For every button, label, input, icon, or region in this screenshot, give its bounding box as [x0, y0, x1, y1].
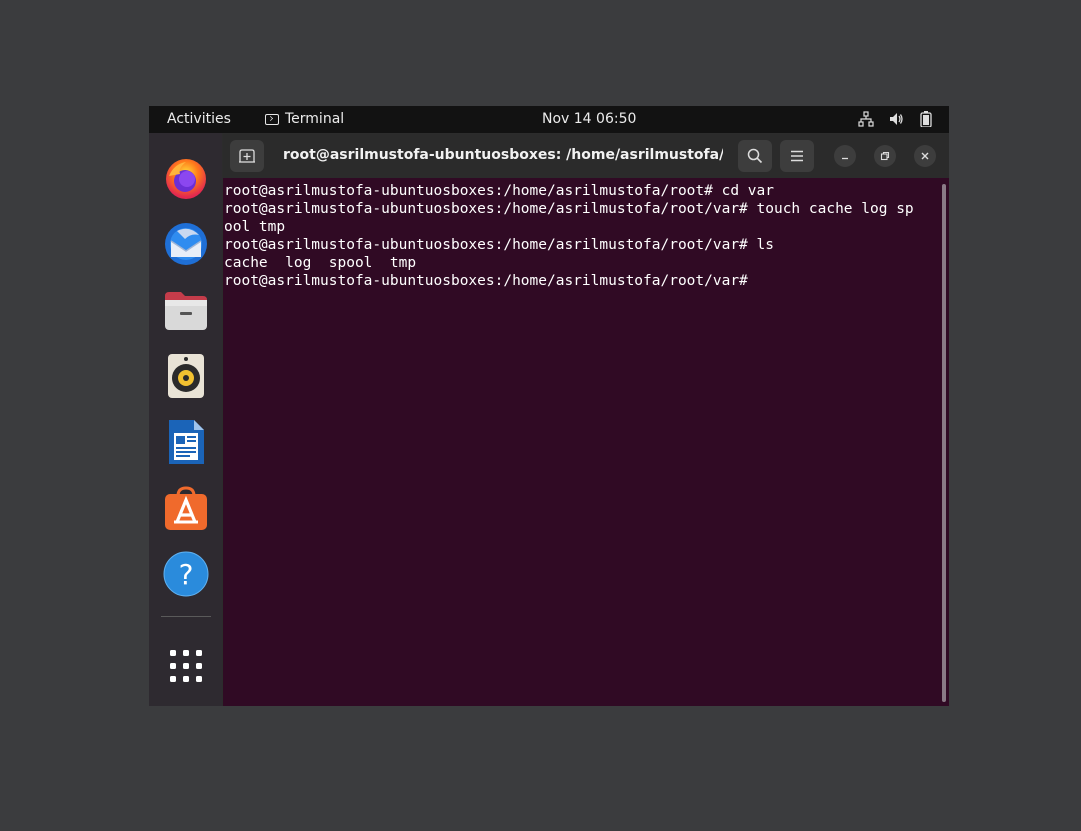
app-menu-label: Terminal — [285, 111, 345, 127]
terminal-icon — [265, 113, 279, 125]
terminal-prompt-line[interactable]: root@asrilmustofa-ubuntuosboxes:/home/as… — [224, 272, 936, 290]
minimize-icon — [842, 157, 848, 160]
maximize-button[interactable] — [874, 145, 896, 167]
dock-separator — [161, 616, 211, 617]
terminal-window[interactable]: root@asrilmustofa-ubuntuosboxes: /home/a… — [223, 134, 949, 706]
dock: ? — [149, 133, 222, 706]
close-icon — [921, 152, 929, 160]
desktop-screen: Activities Terminal Nov 14 06:50 ? root@… — [149, 106, 949, 706]
terminal-line: root@asrilmustofa-ubuntuosboxes:/home/as… — [224, 201, 914, 217]
battery-icon[interactable] — [917, 110, 935, 128]
terminal-scrollbar[interactable] — [942, 184, 946, 702]
new-tab-button[interactable] — [230, 140, 264, 172]
thunderbird-icon[interactable] — [163, 221, 209, 267]
close-button[interactable] — [914, 145, 936, 167]
libreoffice-writer-icon[interactable] — [163, 419, 209, 465]
top-bar: Activities Terminal Nov 14 06:50 — [149, 106, 949, 133]
terminal-line: ool tmp — [224, 219, 286, 235]
search-icon — [747, 148, 763, 164]
app-menu[interactable]: Terminal — [265, 111, 344, 127]
system-tray[interactable] — [857, 110, 935, 128]
menu-button[interactable] — [780, 140, 814, 172]
terminal-line: root@asrilmustofa-ubuntuosboxes:/home/as… — [224, 183, 774, 199]
minimize-button[interactable] — [834, 145, 856, 167]
help-icon[interactable]: ? — [163, 551, 209, 597]
volume-icon[interactable] — [887, 110, 905, 128]
firefox-icon[interactable] — [163, 155, 209, 201]
hamburger-icon — [791, 150, 803, 162]
terminal-line: cache log spool tmp — [224, 255, 417, 271]
window-headerbar[interactable]: root@asrilmustofa-ubuntuosboxes: /home/a… — [223, 134, 949, 178]
ubuntu-software-icon[interactable] — [163, 485, 209, 531]
show-applications-icon[interactable] — [163, 643, 209, 689]
svg-text:?: ? — [179, 558, 194, 591]
restore-icon — [880, 151, 890, 161]
terminal-output[interactable]: root@asrilmustofa-ubuntuosboxes:/home/as… — [224, 178, 936, 706]
window-title: root@asrilmustofa-ubuntuosboxes: /home/a… — [283, 147, 723, 163]
files-icon[interactable] — [163, 287, 209, 333]
new-tab-icon — [239, 149, 255, 163]
activities-button[interactable]: Activities — [167, 111, 231, 127]
search-button[interactable] — [738, 140, 772, 172]
terminal-line: root@asrilmustofa-ubuntuosboxes:/home/as… — [224, 237, 774, 253]
network-icon[interactable] — [857, 110, 875, 128]
rhythmbox-icon[interactable] — [163, 353, 209, 399]
clock[interactable]: Nov 14 06:50 — [542, 111, 636, 127]
